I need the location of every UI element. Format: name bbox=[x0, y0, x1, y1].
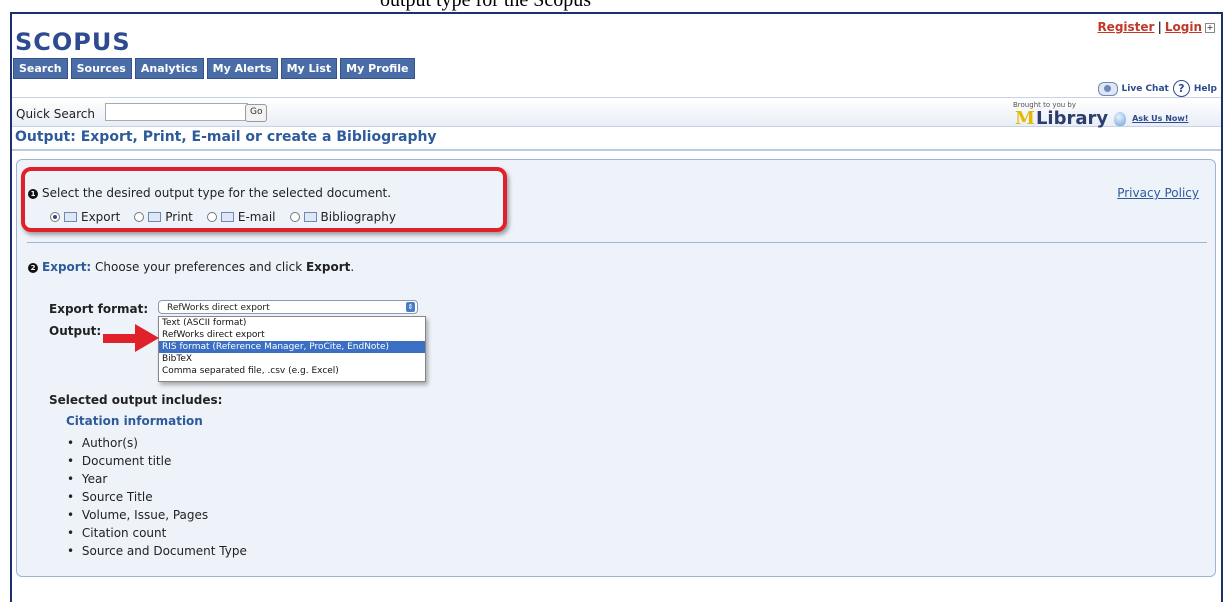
m-block-icon: M bbox=[1015, 108, 1035, 129]
step2-period: . bbox=[350, 260, 355, 274]
red-highlight-box bbox=[21, 167, 507, 232]
cropped-heading: output type for the Scopus bbox=[0, 0, 1225, 12]
list-item: Year bbox=[67, 470, 247, 488]
nav-tab-search[interactable]: Search bbox=[13, 58, 68, 79]
help-link[interactable]: Help bbox=[1194, 84, 1217, 94]
nav-tab-my-list[interactable]: My List bbox=[280, 58, 338, 79]
dropdown-option-refworks[interactable]: RefWorks direct export bbox=[159, 329, 425, 341]
quick-search-label: Quick Search bbox=[16, 107, 95, 121]
list-item: Document title bbox=[67, 452, 247, 470]
nav-tab-my-alerts[interactable]: My Alerts bbox=[206, 58, 278, 79]
list-item: Volume, Issue, Pages bbox=[67, 506, 247, 524]
nav-tab-my-profile[interactable]: My Profile bbox=[340, 58, 415, 79]
scopus-logo: SCOPUS bbox=[15, 28, 131, 56]
includes-list: Author(s) Document title Year Source Tit… bbox=[67, 434, 247, 560]
export-format-dropdown: Text (ASCII format) RefWorks direct expo… bbox=[158, 316, 426, 382]
list-item: Source Title bbox=[67, 488, 247, 506]
step2-number-icon: 2 bbox=[28, 262, 38, 273]
live-chat-link[interactable]: Live Chat bbox=[1122, 84, 1169, 94]
dropdown-option-bibtex[interactable]: BibTeX bbox=[159, 353, 425, 365]
auth-separator: | bbox=[1157, 20, 1162, 34]
ask-bulb-icon bbox=[1114, 111, 1127, 126]
list-item: Author(s) bbox=[67, 434, 247, 452]
expand-icon[interactable]: + bbox=[1205, 22, 1215, 33]
quick-search-input[interactable] bbox=[105, 103, 248, 121]
dropdown-option-text[interactable]: Text (ASCII format) bbox=[159, 317, 425, 329]
dropdown-option-ris[interactable]: RIS format (Reference Manager, ProCite, … bbox=[159, 341, 425, 353]
list-item: Source and Document Type bbox=[67, 542, 247, 560]
title-divider bbox=[12, 149, 1221, 151]
step2-export-link[interactable]: Export: bbox=[42, 260, 91, 274]
nav-tab-sources[interactable]: Sources bbox=[70, 58, 132, 79]
export-format-value: RefWorks direct export bbox=[167, 303, 270, 313]
step-divider bbox=[27, 242, 1207, 243]
login-link[interactable]: Login bbox=[1165, 20, 1202, 34]
select-arrows-icon: ⇕ bbox=[406, 302, 415, 312]
library-name: Library bbox=[1035, 108, 1109, 129]
export-format-select[interactable]: RefWorks direct export ⇕ bbox=[158, 300, 418, 314]
includes-title: Selected output includes: bbox=[49, 393, 223, 407]
scopus-window: SCOPUS Register | Login + Search Sources An… bbox=[10, 12, 1223, 602]
quick-search-go-button[interactable]: Go bbox=[245, 104, 268, 122]
dropdown-option-csv[interactable]: Comma separated file, .csv (e.g. Excel) bbox=[159, 365, 425, 377]
output-label: Output: bbox=[49, 324, 102, 338]
list-item: Citation count bbox=[67, 524, 247, 542]
register-link[interactable]: Register bbox=[1097, 20, 1154, 34]
cropped-heading-text: output type for the Scopus bbox=[380, 0, 592, 11]
step2-instruction: 2 Export: Choose your preferences and cli… bbox=[28, 260, 354, 274]
output-panel: 1 Select the desired output type for the … bbox=[16, 159, 1216, 577]
help-icon[interactable]: ? bbox=[1172, 80, 1190, 97]
top-nav: Search Sources Analytics My Alerts My Li… bbox=[13, 58, 415, 79]
live-chat-icon[interactable] bbox=[1097, 81, 1118, 96]
help-links-top: Live Chat ? Help bbox=[1097, 80, 1217, 97]
privacy-policy-link[interactable]: Privacy Policy bbox=[1117, 186, 1199, 200]
nav-tab-analytics[interactable]: Analytics bbox=[134, 58, 204, 79]
step2-export-bold: Export bbox=[305, 260, 351, 274]
page-title: Output: Export, Print, E-mail or create … bbox=[15, 129, 437, 145]
ask-us-now-link[interactable]: Ask Us Now! bbox=[1132, 114, 1188, 123]
auth-links: Register | Login + bbox=[1097, 20, 1215, 34]
step2-text: Choose your preferences and click bbox=[91, 260, 306, 274]
export-format-label: Export format: bbox=[49, 302, 149, 316]
red-arrow-icon bbox=[103, 324, 159, 352]
library-logo: M Library Ask Us Now! bbox=[1015, 108, 1188, 129]
citation-info-heading: Citation information bbox=[66, 414, 203, 428]
quick-search-bar: Quick Search Go Brought to you by M Libr… bbox=[12, 97, 1221, 129]
